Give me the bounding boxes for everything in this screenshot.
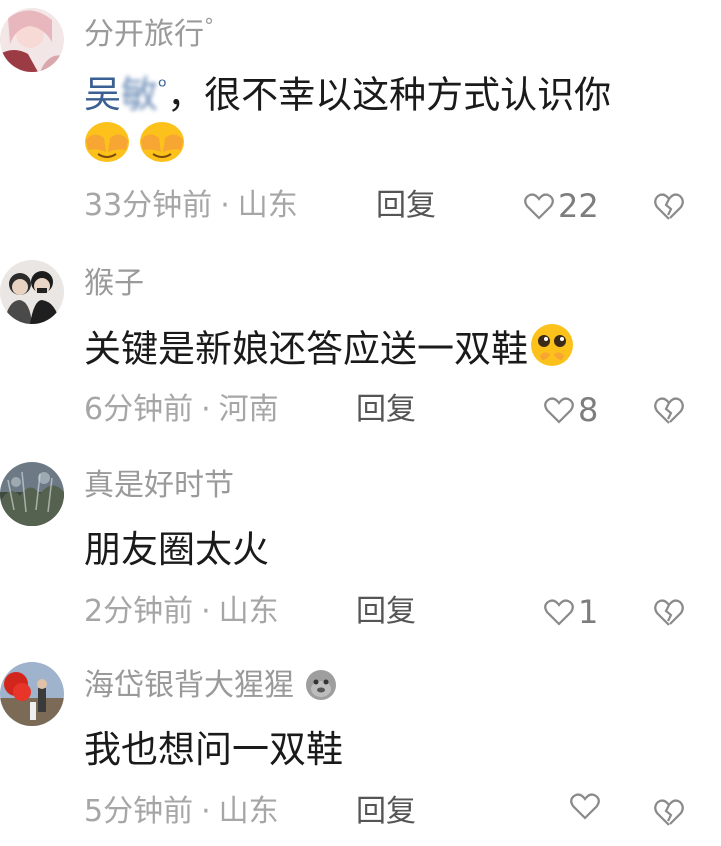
comment-item: 猴子 关键是新娘还答应送一双鞋 6分钟前 · 河南 回复 8	[0, 250, 721, 450]
emoji-row	[82, 118, 187, 166]
gorilla-emoji	[304, 669, 338, 712]
heart-outline-icon	[544, 397, 574, 424]
like-count: 8	[578, 391, 599, 429]
comment-location: 山东	[218, 794, 279, 829]
comment-text: 关键是新娘还答应送一双鞋	[84, 322, 576, 380]
dislike-button[interactable]	[653, 190, 685, 222]
comment-time: 6分钟前	[84, 392, 194, 427]
comment-time: 2分钟前	[84, 594, 194, 629]
blurred-name-char: 敏	[121, 73, 158, 117]
comment-text: 我也想问一双鞋	[84, 728, 343, 771]
avatar[interactable]	[0, 8, 64, 72]
dislike-button[interactable]	[653, 596, 685, 628]
meta-separator: ·	[201, 594, 211, 629]
reply-button[interactable]: 回复	[356, 592, 416, 632]
like-button[interactable]: 1	[544, 592, 598, 632]
like-button[interactable]	[570, 792, 604, 820]
username-suffix: °	[204, 14, 214, 38]
comment-username[interactable]: 海岱银背大猩猩	[84, 666, 338, 712]
avatar[interactable]	[0, 462, 64, 526]
avatar[interactable]	[0, 260, 64, 324]
pleading-face-emoji	[528, 322, 576, 380]
reply-button[interactable]: 回复	[376, 186, 436, 226]
covering-eyes-emoji	[137, 118, 187, 168]
comment-location: 河南	[218, 392, 279, 427]
comment-meta: 6分钟前 · 河南	[84, 390, 279, 430]
avatar[interactable]	[0, 662, 64, 726]
like-button[interactable]: 8	[544, 390, 598, 430]
comment-meta: 2分钟前 · 山东	[84, 592, 279, 632]
search-icon: ᵒ	[158, 75, 168, 100]
comment-username[interactable]: 分开旅行°	[84, 6, 214, 55]
heart-outline-icon	[524, 193, 554, 220]
covering-eyes-emoji	[82, 118, 132, 168]
heart-outline-icon	[544, 599, 574, 626]
comment-meta: 5分钟前 · 山东	[84, 792, 279, 832]
comment-time: 33分钟前	[84, 188, 213, 223]
reply-button[interactable]: 回复	[356, 390, 416, 430]
comment-item: 海岱银背大猩猩 我也想问一双鞋 5分钟前 · 山东 回复	[0, 652, 721, 846]
like-count: 22	[558, 187, 599, 225]
meta-separator: ·	[201, 392, 211, 427]
reply-button[interactable]: 回复	[356, 792, 416, 832]
heart-outline-icon	[570, 793, 600, 820]
comment-location: 山东	[218, 594, 279, 629]
like-button[interactable]: 22	[524, 186, 599, 226]
user-mention[interactable]: 吴敏ᵒ	[84, 73, 167, 116]
broken-heart-icon	[654, 397, 684, 424]
comment-item: 分开旅行° 吴敏ᵒ，很不幸以这种方式认识你 33分钟前 · 山东 回复 22	[0, 0, 721, 240]
broken-heart-icon	[654, 799, 684, 826]
comment-meta: 33分钟前 · 山东	[84, 186, 298, 226]
comment-username[interactable]: 猴子	[84, 264, 144, 304]
comment-location: 山东	[237, 188, 298, 223]
comment-username[interactable]: 真是好时节	[84, 466, 234, 506]
dislike-button[interactable]	[653, 394, 685, 426]
comment-text: 朋友圈太火	[84, 528, 269, 571]
meta-separator: ·	[220, 188, 230, 223]
broken-heart-icon	[654, 193, 684, 220]
like-count: 1	[578, 593, 599, 631]
comment-item: 真是好时节 朋友圈太火 2分钟前 · 山东 回复 1	[0, 452, 721, 652]
broken-heart-icon	[654, 599, 684, 626]
comment-time: 5分钟前	[84, 794, 194, 829]
meta-separator: ·	[201, 794, 211, 829]
comment-text: 吴敏ᵒ，很不幸以这种方式认识你	[84, 64, 611, 119]
dislike-button[interactable]	[653, 796, 685, 828]
